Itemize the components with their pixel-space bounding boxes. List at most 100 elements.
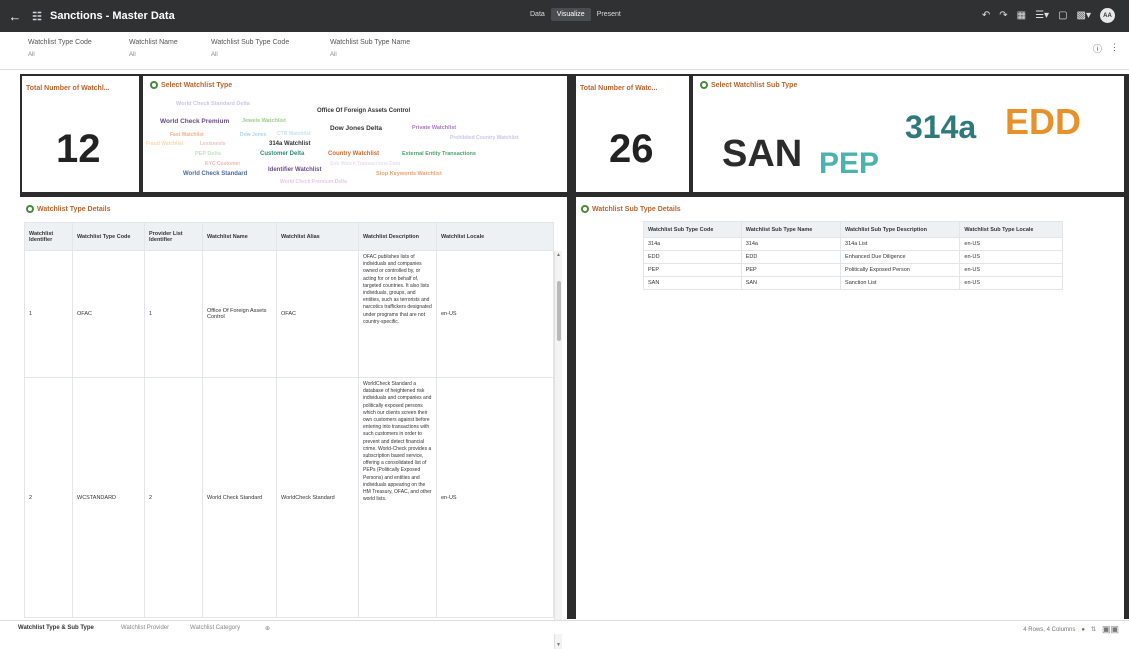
word-cloud-term[interactable]: Private Watchlist (412, 125, 456, 131)
canvas-tab[interactable]: Watchlist Category (190, 625, 240, 631)
add-canvas-icon[interactable]: ⊕ (265, 625, 270, 632)
divider (20, 74, 569, 76)
word-cloud-term[interactable]: Sub Watch Transactions Data (330, 161, 400, 167)
word-cloud-term[interactable]: Fast Watchlist (170, 132, 204, 138)
word-cloud-term[interactable]: External Entity Transactions (402, 151, 476, 157)
canvas-tab[interactable]: Watchlist Type & Sub Type (18, 625, 94, 631)
word-cloud-term[interactable]: Customer Delta (260, 151, 304, 157)
col-header[interactable]: Watchlist Sub Type Name (740, 221, 842, 238)
table-cell-description: WorldCheck Standard a database of height… (358, 377, 437, 618)
mode-present[interactable]: Present (591, 8, 627, 21)
table-row[interactable]: SAN SAN Sanction List en-US (643, 276, 1063, 290)
dashboard-icon: ☷ (32, 10, 42, 23)
table-cell: 1 (144, 250, 203, 378)
word-cloud-term[interactable]: Identifier Watchlist (268, 167, 321, 173)
col-header[interactable]: Watchlist Sub Type Code (643, 221, 742, 238)
filter-watchlist-type-code[interactable]: Watchlist Type Code All (28, 39, 92, 58)
more-icon[interactable]: ⋮ (1110, 42, 1119, 55)
table-cell: en-US (436, 377, 554, 618)
filter-bar-actions: ⓘ ⋮ (1093, 42, 1119, 55)
info-icon[interactable]: ⓘ (1093, 42, 1102, 55)
canvas-tab[interactable]: Watchlist Provider (121, 625, 169, 631)
status-icon[interactable]: ● (1081, 627, 1085, 633)
canvas: Total Number of Watchl... 12 Select Watc… (0, 71, 1129, 649)
table-cell: SAN (643, 276, 742, 290)
mode-switch: Data Visualize Present (524, 8, 627, 21)
divider (689, 74, 693, 194)
scroll-up-icon[interactable]: ▲ (556, 252, 561, 258)
table-cell: 314a (740, 237, 842, 251)
filter-watchlist-name[interactable]: Watchlist Name All (129, 39, 178, 58)
filter-value: All (211, 52, 218, 58)
word-cloud-term[interactable]: World Check Premium (160, 118, 229, 125)
filter-label: Watchlist Sub Type Name (330, 39, 411, 46)
divider (1124, 74, 1129, 619)
filter-indicator-icon (150, 81, 158, 89)
word-cloud-term[interactable]: EDD (1005, 101, 1081, 143)
save-icon[interactable]: ▩▾ (1077, 10, 1091, 21)
filter-bar: Watchlist Type Code All Watchlist Name A… (0, 32, 1129, 70)
page-icon[interactable]: ▢ (1058, 10, 1067, 21)
word-cloud-term[interactable]: Jewels Watchlist (242, 118, 286, 124)
table-row[interactable]: 2 WCSTANDARD 2 World Check Standard Worl… (24, 377, 554, 618)
col-header[interactable]: Watchlist Sub Type Description (840, 221, 961, 238)
mode-visualize[interactable]: Visualize (550, 8, 591, 21)
table-cell: Sanction List (840, 276, 961, 290)
word-cloud-term[interactable]: Dow Jones Delta (330, 125, 382, 132)
filter-value: All (129, 52, 136, 58)
word-cloud-term[interactable]: Prohibited Country Watchlist (450, 135, 519, 141)
mode-data[interactable]: Data (524, 8, 551, 21)
word-cloud-term[interactable]: World Check Premium Delta (280, 179, 347, 185)
filter-value: All (28, 52, 35, 58)
table-row[interactable]: PEP PEP Politically Exposed Person en-US (643, 263, 1063, 277)
undo-icon[interactable]: ↶ (982, 10, 990, 21)
word-cloud-term[interactable]: Dow Jones (240, 132, 266, 138)
col-header[interactable]: Watchlist Name (202, 222, 277, 251)
scroll-down-icon[interactable]: ▼ (556, 642, 561, 648)
sort-icon[interactable]: ⇅ (1091, 626, 1096, 633)
col-header[interactable]: Watchlist Sub Type Locale (959, 221, 1063, 238)
filter-watchlist-sub-type-name[interactable]: Watchlist Sub Type Name All (330, 39, 410, 58)
table-row[interactable]: 314a 314a 314a List en-US (643, 237, 1063, 251)
word-cloud-term[interactable]: 314a Watchlist (269, 141, 310, 147)
redo-icon[interactable]: ↷ (999, 10, 1007, 21)
layout-icon[interactable]: ▣▣ (1102, 624, 1119, 635)
divider (139, 74, 143, 194)
watchlist-type-table: Watchlist Identifier Watchlist Type Code… (24, 222, 554, 618)
col-header[interactable]: Watchlist Locale (436, 222, 554, 251)
word-cloud-term[interactable]: KYC Customer (205, 161, 240, 167)
word-cloud-term[interactable]: World Check Standard Delta (176, 101, 250, 107)
word-cloud-term[interactable]: PEP (819, 147, 879, 181)
col-header[interactable]: Watchlist Identifier (24, 222, 73, 251)
word-cloud-term[interactable]: Fraud Watchlist (146, 141, 183, 147)
select-watchlist-type-title: Select Watchlist Type (150, 81, 232, 89)
word-cloud-term[interactable]: PEP Delta (195, 151, 221, 157)
table-cell: 1 (24, 250, 73, 378)
watchlist-type-details-label: Watchlist Type Details (37, 205, 111, 213)
col-header[interactable]: Provider List Identifier (144, 222, 203, 251)
filter-icon[interactable]: ☰▾ (1035, 10, 1049, 21)
word-cloud-term[interactable]: World Check Standard (183, 171, 247, 177)
filter-watchlist-sub-type-code[interactable]: Watchlist Sub Type Code All (211, 39, 289, 58)
scrollbar-thumb[interactable] (557, 281, 561, 341)
col-header[interactable]: Watchlist Alias (276, 222, 359, 251)
word-cloud-term[interactable]: Stop Keywords Watchlist (376, 171, 442, 177)
table-row[interactable]: EDD EDD Enhanced Due Diligence en-US (643, 250, 1063, 264)
filter-indicator-icon (700, 81, 708, 89)
table-cell: OFAC (72, 250, 145, 378)
table-row[interactable]: 1 OFAC 1 Office Of Foreign Assets Contro… (24, 250, 554, 378)
col-header[interactable]: Watchlist Description (358, 222, 437, 251)
grid-icon[interactable]: ▦ (1017, 10, 1026, 21)
word-cloud-term[interactable]: Lexisnexis (200, 141, 226, 147)
word-cloud-term[interactable]: Office Of Foreign Assets Control (317, 108, 410, 114)
avatar[interactable]: AA (1100, 8, 1115, 23)
word-cloud-term[interactable]: Country Watchlist (328, 151, 379, 157)
word-cloud-term[interactable]: SAN (722, 133, 802, 176)
col-header[interactable]: Watchlist Type Code (72, 222, 145, 251)
word-cloud-term[interactable]: 314a (905, 109, 976, 146)
divider (20, 192, 569, 197)
word-cloud-term[interactable]: CTR Watchlist (277, 131, 311, 137)
table-scrollbar[interactable]: ▲ ▼ (554, 251, 562, 649)
back-arrow-icon[interactable]: ← (4, 9, 26, 24)
divider (567, 74, 576, 619)
